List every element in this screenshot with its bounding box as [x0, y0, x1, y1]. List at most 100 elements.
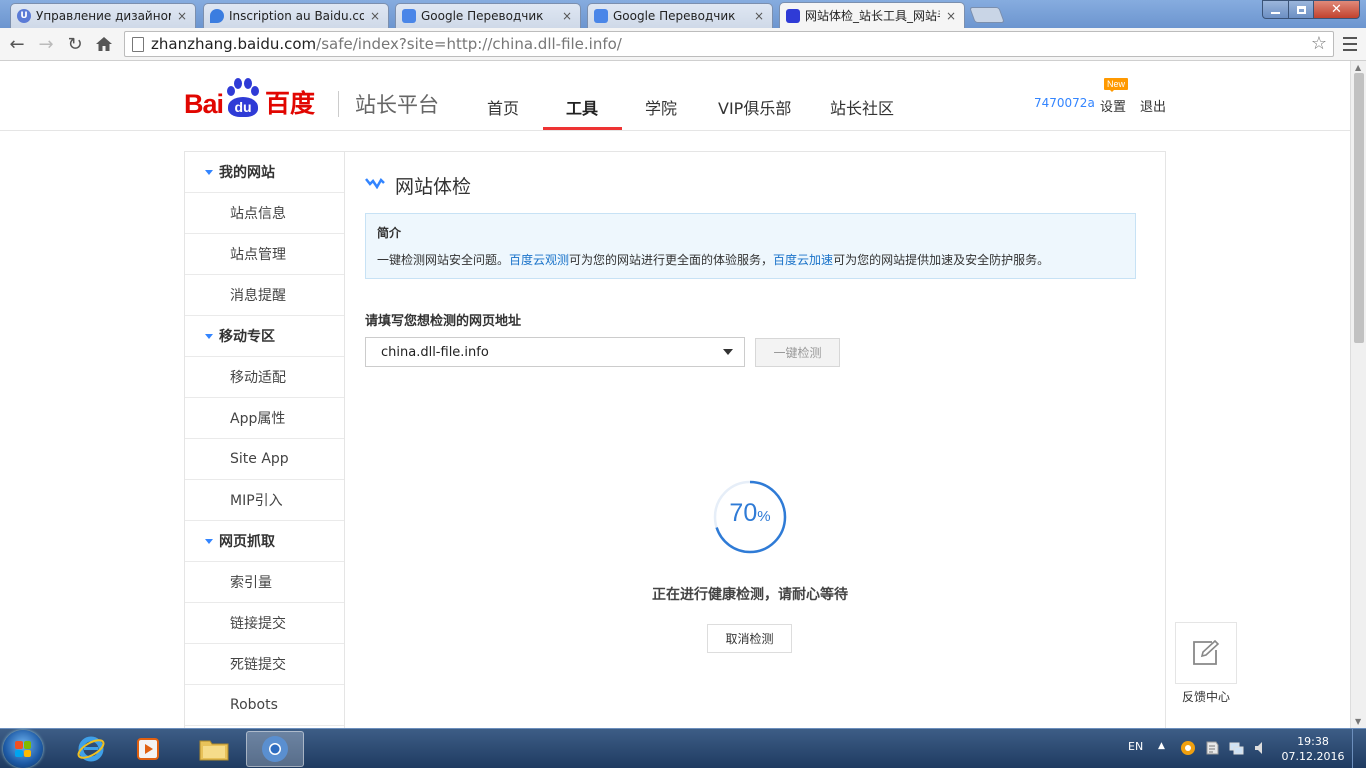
browser-tab[interactable]: U Управление дизайном - × — [10, 3, 196, 28]
sidebar-item-site-app[interactable]: Site App — [185, 439, 345, 480]
reload-button[interactable]: ↻ — [63, 32, 87, 56]
bookmark-star-icon[interactable]: ☆ — [1311, 33, 1327, 54]
google-translate-icon — [402, 9, 416, 23]
maximize-button[interactable] — [1288, 0, 1314, 19]
intro-text: 一键检测网站安全问题。百度云观测可为您的网站进行更全面的体验服务，百度云加速可为… — [377, 251, 1124, 268]
logout-link[interactable]: 退出 — [1140, 96, 1166, 115]
sidebar-item-app-properties[interactable]: App属性 — [185, 398, 345, 439]
url-select[interactable]: china.dll-file.info — [365, 337, 745, 367]
internet-explorer-icon — [77, 736, 105, 762]
nav-community[interactable]: 站长社区 — [830, 95, 894, 119]
intro-box: 简介 一键检测网站安全问题。百度云观测可为您的网站进行更全面的体验服务，百度云加… — [365, 213, 1136, 279]
tray-action-center-icon[interactable] — [1204, 740, 1220, 756]
sidebar-group-mobile[interactable]: 移动专区 — [185, 316, 345, 357]
url-domain: zhanzhang.baidu.com — [151, 35, 317, 53]
taskbar-internet-explorer[interactable] — [62, 731, 120, 767]
new-tab-button[interactable] — [969, 7, 1005, 23]
tab-title: Google Переводчик — [421, 9, 544, 23]
baidu-cloud-observe-link[interactable]: 百度云观测 — [509, 253, 569, 267]
feedback-label[interactable]: 反馈中心 — [1170, 688, 1242, 705]
sidebar-item-robots[interactable]: Robots — [185, 685, 345, 726]
close-window-button[interactable]: ✕ — [1313, 0, 1360, 19]
sidebar: 我的网站 站点信息 站点管理 消息提醒 移动专区 移动适配 App属性 Site… — [184, 151, 345, 728]
page-viewport: Bai du 百度 站长平台 首页 工具 学院 VIP俱乐部 站长社区 7470… — [0, 61, 1350, 728]
sidebar-item-link-submit[interactable]: 链接提交 — [185, 603, 345, 644]
network-icon[interactable] — [1228, 740, 1244, 756]
media-player-icon — [137, 738, 159, 760]
sidebar-item-site-info[interactable]: 站点信息 — [185, 193, 345, 234]
tab-close-icon[interactable]: × — [177, 9, 187, 23]
tray-app-icon[interactable] — [1180, 740, 1196, 756]
address-bar[interactable]: zhanzhang.baidu.com/safe/index?site=http… — [124, 31, 1334, 57]
language-indicator[interactable]: EN — [1128, 740, 1143, 753]
scroll-down-icon[interactable]: ▼ — [1355, 717, 1361, 726]
baidu-logo[interactable]: Bai du 百度 — [184, 76, 315, 120]
browser-tab[interactable]: Google Переводчик × — [587, 3, 773, 28]
back-button[interactable]: ← — [5, 32, 29, 56]
sidebar-item-mobile-adapt[interactable]: 移动适配 — [185, 357, 345, 398]
windows-taskbar: EN ▲ 19:38 07.12.2016 — [0, 728, 1366, 768]
baidu-cloud-accelerate-link[interactable]: 百度云加速 — [773, 253, 833, 267]
page-scrollbar[interactable]: ▲ ▼ — [1350, 61, 1366, 728]
browser-tab[interactable]: Inscription au Baidu.com, × — [203, 3, 389, 28]
caret-down-icon — [205, 169, 213, 175]
start-button[interactable] — [3, 730, 43, 768]
tab-close-icon[interactable]: × — [754, 9, 764, 23]
nav-tools[interactable]: 工具 — [566, 95, 598, 119]
minimize-icon — [1271, 11, 1280, 14]
home-icon — [96, 37, 112, 51]
site-header: Bai du 百度 站长平台 首页 工具 学院 VIP俱乐部 站长社区 7470… — [0, 61, 1350, 131]
edit-icon — [1193, 639, 1220, 665]
sidebar-item-index[interactable]: 索引量 — [185, 562, 345, 603]
taskbar-chrome[interactable] — [246, 731, 304, 767]
one-click-check-button[interactable]: 一键检测 — [755, 338, 840, 367]
show-desktop-button[interactable] — [1352, 729, 1366, 768]
tab-title: Inscription au Baidu.com, — [229, 9, 364, 23]
browser-tab-active[interactable]: 网站体检_站长工具_网站手 × — [779, 2, 965, 28]
clock-date: 07.12.2016 — [1281, 750, 1345, 763]
dropdown-caret-icon — [723, 349, 733, 355]
baidu-paw-icon — [786, 8, 800, 23]
tab-title: Управление дизайном - — [36, 9, 171, 23]
logo-text-du: du — [228, 97, 259, 117]
feedback-button[interactable] — [1175, 622, 1237, 684]
tab-close-icon[interactable]: × — [562, 9, 572, 23]
tab-close-icon[interactable]: × — [946, 9, 956, 23]
main-panel: 网站体检 简介 一键检测网站安全问题。百度云观测可为您的网站进行更全面的体验服务… — [344, 151, 1166, 728]
home-button[interactable] — [92, 32, 116, 56]
browser-toolbar: ← → ↻ zhanzhang.baidu.com/safe/index?sit… — [0, 28, 1366, 61]
scroll-up-icon[interactable]: ▲ — [1355, 63, 1361, 72]
sidebar-group-crawl[interactable]: 网页抓取 — [185, 521, 345, 562]
reload-icon: ↻ — [67, 33, 83, 55]
sidebar-item-site-manage[interactable]: 站点管理 — [185, 234, 345, 275]
minimize-button[interactable] — [1262, 0, 1289, 19]
forward-arrow-icon: → — [38, 33, 54, 55]
sidebar-item-mip[interactable]: MIP引入 — [185, 480, 345, 521]
forward-button[interactable]: → — [34, 32, 58, 56]
volume-icon[interactable] — [1252, 740, 1268, 756]
nav-home[interactable]: 首页 — [487, 95, 519, 119]
nav-academy[interactable]: 学院 — [645, 95, 677, 119]
sidebar-item-messages[interactable]: 消息提醒 — [185, 275, 345, 316]
settings-link[interactable]: 设置 — [1100, 96, 1126, 115]
tab-close-icon[interactable]: × — [370, 9, 380, 23]
taskbar-media-player[interactable] — [120, 731, 178, 767]
system-clock[interactable]: 19:38 07.12.2016 — [1280, 734, 1346, 764]
caret-down-icon — [205, 333, 213, 339]
browser-menu-button[interactable] — [1341, 34, 1359, 54]
close-icon: ✕ — [1331, 2, 1342, 17]
nav-vip-club[interactable]: VIP俱乐部 — [718, 95, 791, 119]
logo-divider — [338, 91, 339, 117]
cancel-check-button[interactable]: 取消检测 — [707, 624, 792, 653]
sidebar-group-my-sites[interactable]: 我的网站 — [185, 152, 345, 193]
user-id-link[interactable]: 7470072a — [1034, 96, 1095, 110]
new-badge: New — [1104, 78, 1129, 92]
restore-icon — [1296, 5, 1306, 14]
browser-tab[interactable]: Google Переводчик × — [395, 3, 581, 28]
show-hidden-icons-icon[interactable]: ▲ — [1158, 741, 1165, 751]
url-path: /safe/index?site=http://china.dll-file.i… — [316, 35, 622, 53]
sidebar-item-deadlink-submit[interactable]: 死链提交 — [185, 644, 345, 685]
tab-title: 网站体检_站长工具_网站手 — [805, 9, 940, 23]
scrollbar-thumb[interactable] — [1354, 73, 1364, 343]
taskbar-file-explorer[interactable] — [185, 731, 243, 767]
